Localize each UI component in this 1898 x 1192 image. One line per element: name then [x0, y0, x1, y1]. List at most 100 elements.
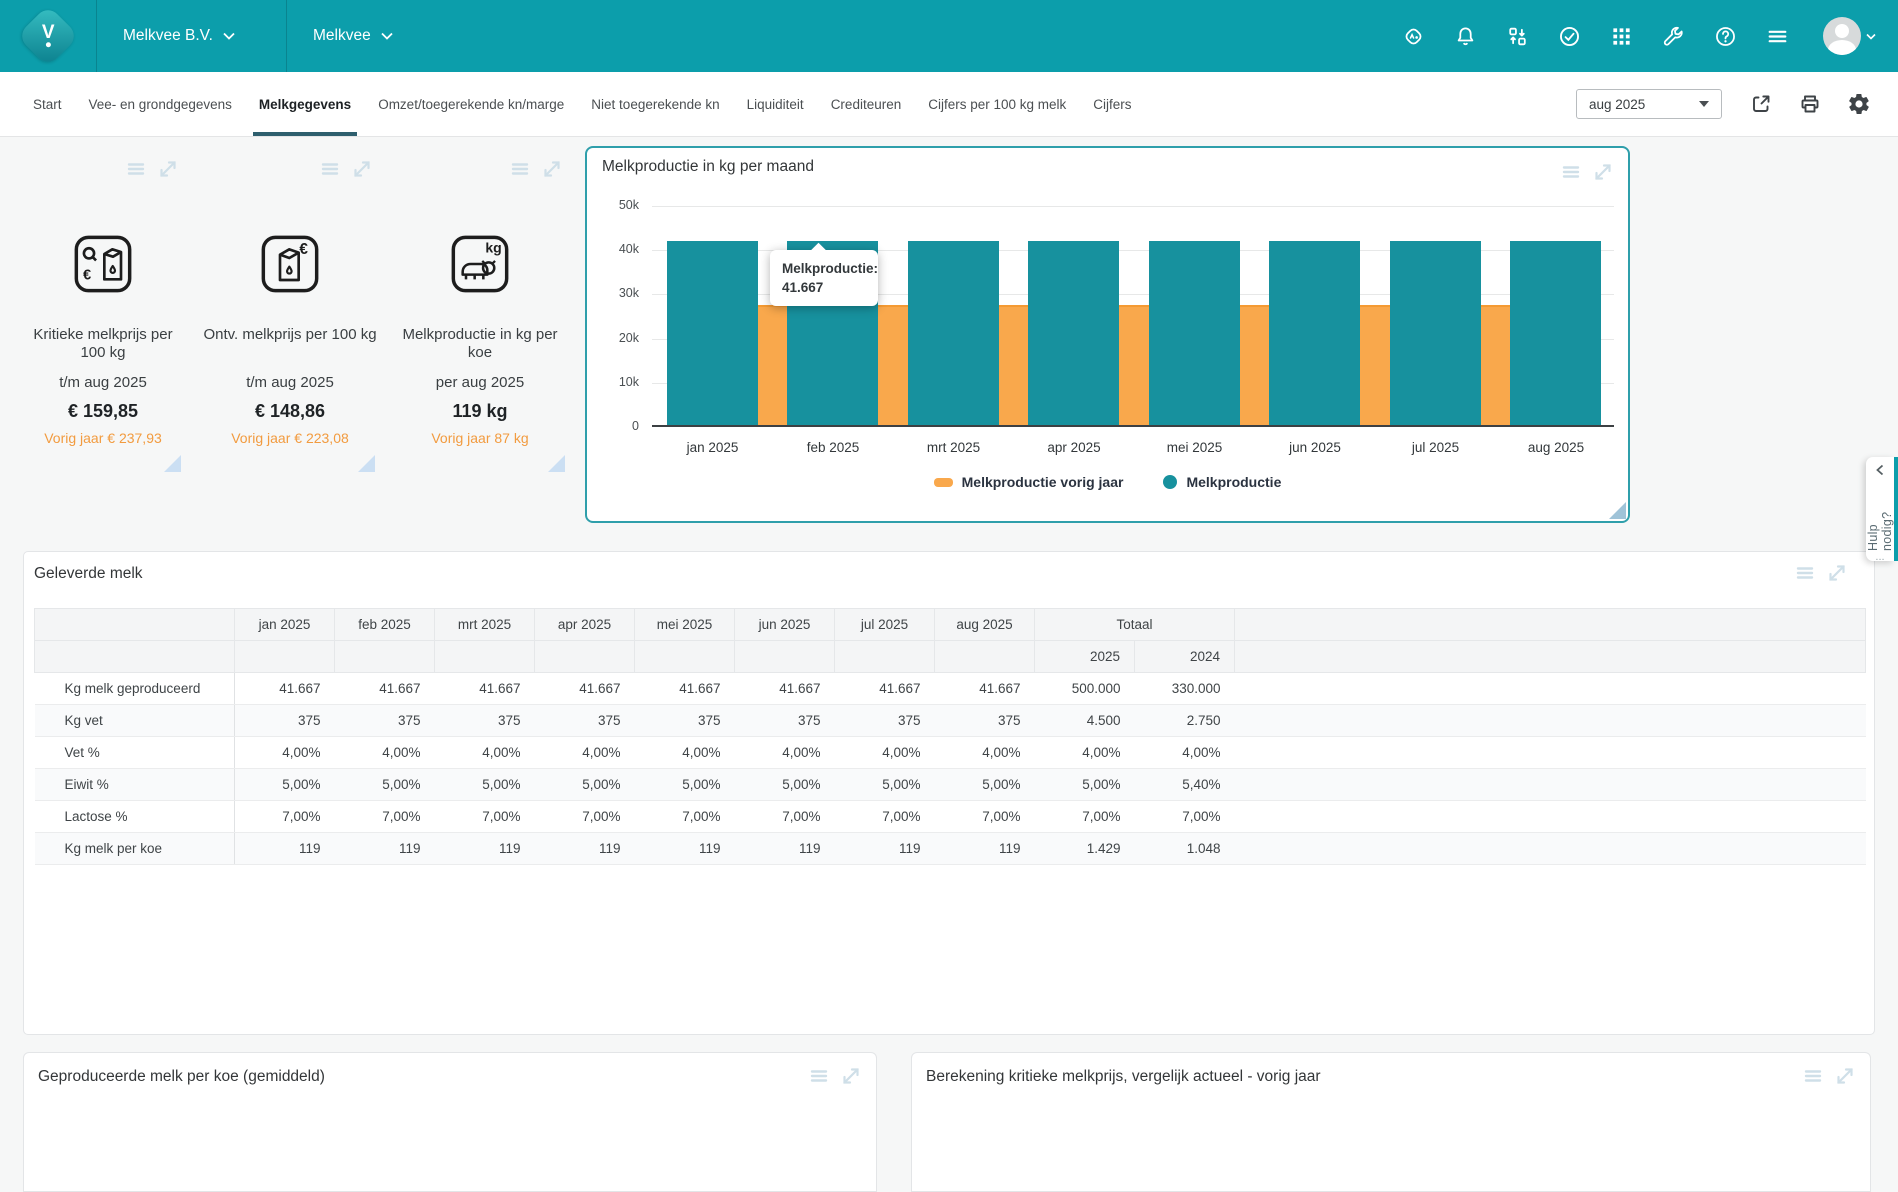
widget-expand-icon[interactable]	[157, 158, 179, 180]
widget-resize-handle[interactable]	[548, 455, 565, 472]
nav-tab-vee-en-grondgegevens[interactable]: Vee- en grondgegevens	[89, 72, 232, 136]
value-cell: 41.667	[335, 673, 435, 705]
chevron-down-icon	[223, 32, 235, 40]
legend-marker-orange	[934, 478, 953, 487]
table-row-lactose-: Lactose %7,00%7,00%7,00%7,00%7,00%7,00%7…	[35, 801, 1866, 833]
bar-melkproductie-mei-2025[interactable]	[1149, 241, 1240, 425]
widget-resize-handle[interactable]	[358, 455, 375, 472]
administration-name: Melkvee	[313, 27, 371, 45]
widget-expand-icon[interactable]	[840, 1065, 862, 1087]
help-tab[interactable]: Hulp nodig? ...	[1866, 457, 1894, 561]
nav-tab-cijfers-per-100-kg-melk[interactable]: Cijfers per 100 kg melk	[928, 72, 1066, 136]
bar-vorig-jaar-feb-2025[interactable]	[878, 305, 908, 425]
widget-expand-icon[interactable]	[1826, 562, 1848, 584]
user-menu[interactable]	[1823, 17, 1876, 55]
widget-resize-handle[interactable]	[164, 455, 181, 472]
visma-logo-icon: V	[17, 5, 79, 67]
bar-melkproductie-aug-2025[interactable]	[1510, 241, 1601, 425]
administration-selector[interactable]: Melkvee	[287, 0, 437, 72]
bar-vorig-jaar-jul-2025[interactable]	[1481, 305, 1511, 425]
widget-menu-icon[interactable]	[319, 158, 341, 180]
filler-cell	[1235, 705, 1866, 737]
bar-melkproductie-jan-2025[interactable]	[667, 241, 758, 425]
milk-carton-search-euro-icon: €	[71, 232, 135, 296]
nav-tab-omzet-toegerekende-kn-marge[interactable]: Omzet/toegerekende kn/marge	[378, 72, 564, 136]
column-header-mei-2025: mei 2025	[635, 609, 735, 641]
value-cell: 7,00%	[935, 801, 1035, 833]
bar-vorig-jaar-mrt-2025[interactable]	[999, 305, 1029, 425]
svg-text:kg: kg	[485, 240, 501, 256]
nav-tab-cijfers[interactable]: Cijfers	[1093, 72, 1131, 136]
widget-menu-icon[interactable]	[509, 158, 531, 180]
nav-tab-liquiditeit[interactable]: Liquiditeit	[747, 72, 804, 136]
nav-tab-niet-toegerekende-kn[interactable]: Niet toegerekende kn	[591, 72, 719, 136]
legend-item-vorig-jaar[interactable]: Melkproductie vorig jaar	[934, 474, 1124, 490]
widget-expand-icon[interactable]	[351, 158, 373, 180]
print-icon[interactable]	[1798, 92, 1822, 116]
x-tick-label: feb 2025	[773, 440, 894, 455]
wrench-icon[interactable]	[1661, 24, 1686, 49]
bar-vorig-jaar-jun-2025[interactable]	[1360, 305, 1390, 425]
kpi-period: t/m aug 2025	[23, 374, 183, 391]
chart-title: Melkproductie in kg per maand	[602, 158, 814, 176]
value-cell: 375	[435, 705, 535, 737]
apps-grid-icon[interactable]	[1609, 24, 1634, 49]
nav-tab-crediteuren[interactable]: Crediteuren	[831, 72, 902, 136]
chevron-down-icon	[1866, 33, 1876, 40]
bar-vorig-jaar-apr-2025[interactable]	[1119, 305, 1149, 425]
widget-menu-icon[interactable]	[1794, 562, 1816, 584]
widget-expand-icon[interactable]	[541, 158, 563, 180]
bell-icon[interactable]	[1453, 24, 1478, 49]
widget-menu-icon[interactable]	[1802, 1065, 1824, 1087]
value-cell: 119	[435, 833, 535, 865]
menu-icon[interactable]	[1765, 24, 1790, 49]
share-icon[interactable]	[1749, 92, 1773, 116]
switch-company-icon[interactable]	[1505, 24, 1530, 49]
corner-cell	[35, 609, 235, 641]
bar-melkproductie-jun-2025[interactable]	[1269, 241, 1360, 425]
kpi-widget-melkproductie-per-koe: kg Melkproductie in kg per koe per aug 2…	[393, 128, 567, 474]
app-logo[interactable]: V	[0, 0, 97, 72]
bar-vorig-jaar-jan-2025[interactable]	[758, 305, 788, 425]
value-cell: 4,00%	[935, 737, 1035, 769]
legend-item-melkproductie[interactable]: Melkproductie	[1163, 474, 1281, 490]
bar-melkproductie-apr-2025[interactable]	[1028, 241, 1119, 425]
settings-gear-icon[interactable]	[1847, 92, 1871, 116]
y-tick-label: 10k	[595, 375, 639, 389]
filler-cell	[1235, 801, 1866, 833]
widget-expand-icon[interactable]	[1592, 161, 1614, 183]
widget-menu-icon[interactable]	[125, 158, 147, 180]
check-circle-icon[interactable]	[1557, 24, 1582, 49]
nav-tab-start[interactable]: Start	[33, 72, 62, 136]
y-tick-label: 20k	[595, 331, 639, 345]
bar-melkproductie-mrt-2025[interactable]	[908, 241, 999, 425]
value-cell: 375	[635, 705, 735, 737]
value-cell: 119	[235, 833, 335, 865]
widget-menu-icon[interactable]	[1560, 161, 1582, 183]
help-icon[interactable]	[1713, 24, 1738, 49]
tooltip-value: 41.667	[782, 278, 866, 297]
table-title: Geleverde melk	[34, 565, 143, 583]
widget-menu-icon[interactable]	[808, 1065, 830, 1087]
company-selector[interactable]: Melkvee B.V.	[97, 0, 287, 72]
value-cell: 5,00%	[835, 769, 935, 801]
widget-expand-icon[interactable]	[1834, 1065, 1856, 1087]
bar-melkproductie-jul-2025[interactable]	[1390, 241, 1481, 425]
widget-resize-handle[interactable]	[1609, 502, 1626, 519]
value-cell: 7,00%	[835, 801, 935, 833]
value-cell: 41.667	[235, 673, 335, 705]
x-tick-label: jan 2025	[652, 440, 773, 455]
column-header-apr-2025: apr 2025	[535, 609, 635, 641]
assistant-badge-icon[interactable]	[1401, 24, 1426, 49]
bar-vorig-jaar-mei-2025[interactable]	[1240, 305, 1270, 425]
column-header-2025: 2025	[1035, 641, 1135, 673]
period-select[interactable]: aug 2025	[1576, 89, 1722, 119]
value-cell: 4.500	[1035, 705, 1135, 737]
kpi-previous-year: Vorig jaar € 237,93	[23, 430, 183, 446]
filler-cell	[1235, 769, 1866, 801]
nav-tab-melkgegevens[interactable]: Melkgegevens	[259, 72, 351, 136]
table-row-vet-: Vet %4,00%4,00%4,00%4,00%4,00%4,00%4,00%…	[35, 737, 1866, 769]
filler-cell	[1235, 737, 1866, 769]
value-cell: 5,00%	[1035, 769, 1135, 801]
value-cell: 375	[935, 705, 1035, 737]
